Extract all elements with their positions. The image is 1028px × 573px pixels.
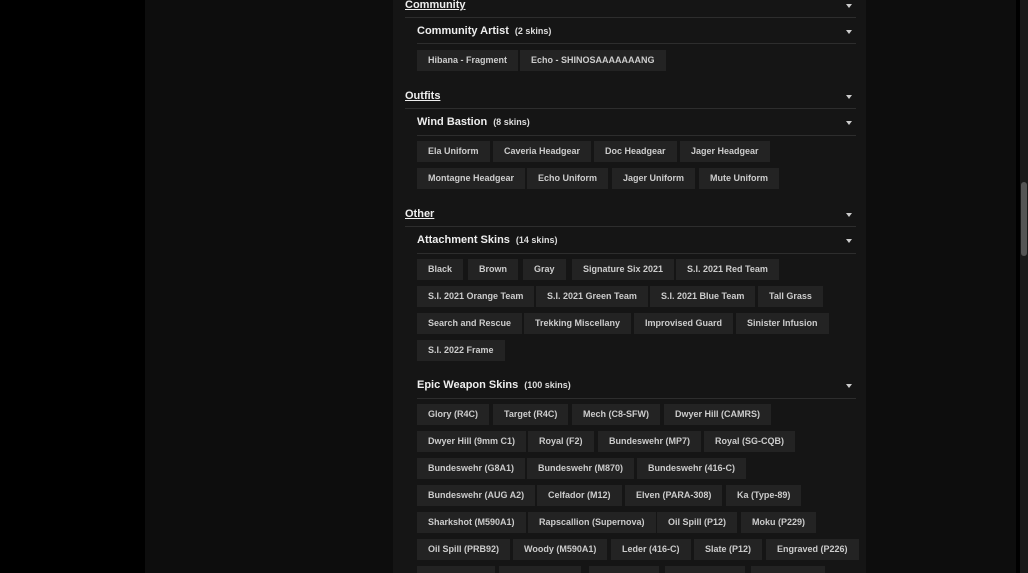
chevron-down-icon[interactable] [846,213,852,217]
skin-button[interactable]: Gray [523,259,566,280]
category-divider [405,226,856,227]
subsection-attachment-skins-header[interactable]: Attachment Skins (14 skins) [417,234,856,254]
skin-button[interactable]: Target (R4C) [493,404,569,425]
skin-button[interactable]: S.I. 2021 Red Team [676,259,779,280]
category-outfits-header[interactable]: Outfits [405,90,856,110]
skin-button[interactable]: Ka (Type-89) [726,485,802,506]
category-outfits-title[interactable]: Outfits [405,90,440,102]
skin-button[interactable]: Dwyer Hill (9mm C1) [417,431,527,452]
scrollbar-thumb[interactable] [1021,182,1027,256]
skin-button[interactable]: Hibana - Fragment [417,50,519,71]
skin-count: (8 skins) [493,117,530,127]
skin-button[interactable]: Mute Uniform [699,168,779,189]
subsection-community-artist-header[interactable]: Community Artist (2 skins) [417,25,856,45]
category-community-title[interactable]: Community [405,0,466,11]
skin-button[interactable]: Caveria Headgear [493,141,592,162]
skin-button[interactable]: Slate (P12) [694,539,763,560]
skins-panel: Community Community Artist (2 skins) Hiba… [393,0,866,573]
left-background-strip [145,0,393,573]
skin-button[interactable]: Moku (P229) [741,512,817,533]
chevron-down-icon[interactable] [846,121,852,125]
chevron-down-icon[interactable] [846,239,852,243]
subsection-divider [417,43,856,44]
chevron-down-icon[interactable] [846,95,852,99]
skin-button[interactable] [589,566,659,573]
skin-button[interactable]: Trekking Miscellany [524,313,632,334]
subsection-divider [417,135,856,136]
chevron-down-icon[interactable] [846,4,852,8]
scrollbar-track[interactable] [1020,0,1028,573]
category-divider [405,17,856,18]
subsection-community-artist-title: Community Artist (2 skins) [417,25,552,37]
subsection-wind-bastion-title: Wind Bastion (8 skins) [417,116,530,128]
subsection-epic-weapon-skins-title: Epic Weapon Skins (100 skins) [417,379,571,391]
category-other-title[interactable]: Other [405,208,434,220]
skin-button[interactable]: Echo Uniform [527,168,609,189]
skin-button[interactable]: Echo - SHINOSAAAAAAANG [520,50,666,71]
skin-button[interactable]: S.I. 2021 Green Team [536,286,648,307]
subsection-divider [417,398,856,399]
skin-button[interactable]: Elven (PARA-308) [625,485,723,506]
skin-button[interactable]: Tall Grass [758,286,823,307]
skin-button[interactable]: S.I. 2021 Orange Team [417,286,535,307]
skin-button[interactable]: Brown [468,259,518,280]
skin-button[interactable]: Signature Six 2021 [572,259,675,280]
right-background-strip [866,0,1016,573]
skin-button[interactable]: Leder (416-C) [611,539,691,560]
subsection-epic-weapon-skins-header[interactable]: Epic Weapon Skins (100 skins) [417,379,856,399]
skin-button[interactable]: Montagne Headgear [417,168,526,189]
skin-button[interactable]: Bundeswehr (416-C) [637,458,747,479]
skin-button[interactable]: Glory (R4C) [417,404,490,425]
skin-button[interactable]: Ela Uniform [417,141,490,162]
skin-button[interactable]: Royal (F2) [528,431,594,452]
skin-button[interactable]: Jager Headgear [680,141,770,162]
skin-button[interactable] [417,566,495,573]
skin-count: (14 skins) [515,235,558,245]
chevron-down-icon[interactable] [846,30,852,34]
subsection-divider [417,253,856,254]
skin-button[interactable]: Search and Rescue [417,313,523,334]
skin-button[interactable]: Jager Uniform [612,168,696,189]
skin-button[interactable]: Dwyer Hill (CAMRS) [664,404,772,425]
subsection-attachment-skins-title: Attachment Skins (14 skins) [417,234,558,246]
skin-button[interactable]: Mech (C8-SFW) [572,404,660,425]
skin-button[interactable]: Royal (SG-CQB) [704,431,796,452]
skin-button[interactable]: Sharkshot (M590A1) [417,512,526,533]
skin-button[interactable] [751,566,825,573]
skin-button[interactable]: Bundeswehr (G8A1) [417,458,526,479]
skin-count: (2 skins) [514,26,552,36]
skin-button[interactable]: Black [417,259,464,280]
skin-button[interactable] [499,566,581,573]
chevron-down-icon[interactable] [846,384,852,388]
skin-button[interactable]: Bundeswehr (M870) [527,458,635,479]
skin-button[interactable]: Doc Headgear [594,141,677,162]
skin-button[interactable] [665,566,745,573]
skin-button[interactable]: Bundeswehr (AUG A2) [417,485,536,506]
skin-button[interactable]: Rapscallion (Supernova) [528,512,656,533]
skin-button[interactable]: S.I. 2021 Blue Team [650,286,756,307]
subsection-wind-bastion-header[interactable]: Wind Bastion (8 skins) [417,116,856,136]
skin-button[interactable]: Woody (M590A1) [513,539,608,560]
category-divider [405,108,856,109]
category-other-header[interactable]: Other [405,208,856,228]
skin-button[interactable]: S.I. 2022 Frame [417,340,505,361]
skin-button[interactable]: Celfador (M12) [537,485,622,506]
skin-button[interactable]: Oil Spill (P12) [657,512,738,533]
skin-button[interactable]: Bundeswehr (MP7) [598,431,702,452]
skin-button[interactable]: Oil Spill (PRB92) [417,539,511,560]
skin-button[interactable]: Engraved (P226) [766,539,859,560]
skin-count: (100 skins) [524,380,571,390]
skin-button[interactable]: Sinister Infusion [736,313,829,334]
skin-button[interactable]: Improvised Guard [634,313,734,334]
